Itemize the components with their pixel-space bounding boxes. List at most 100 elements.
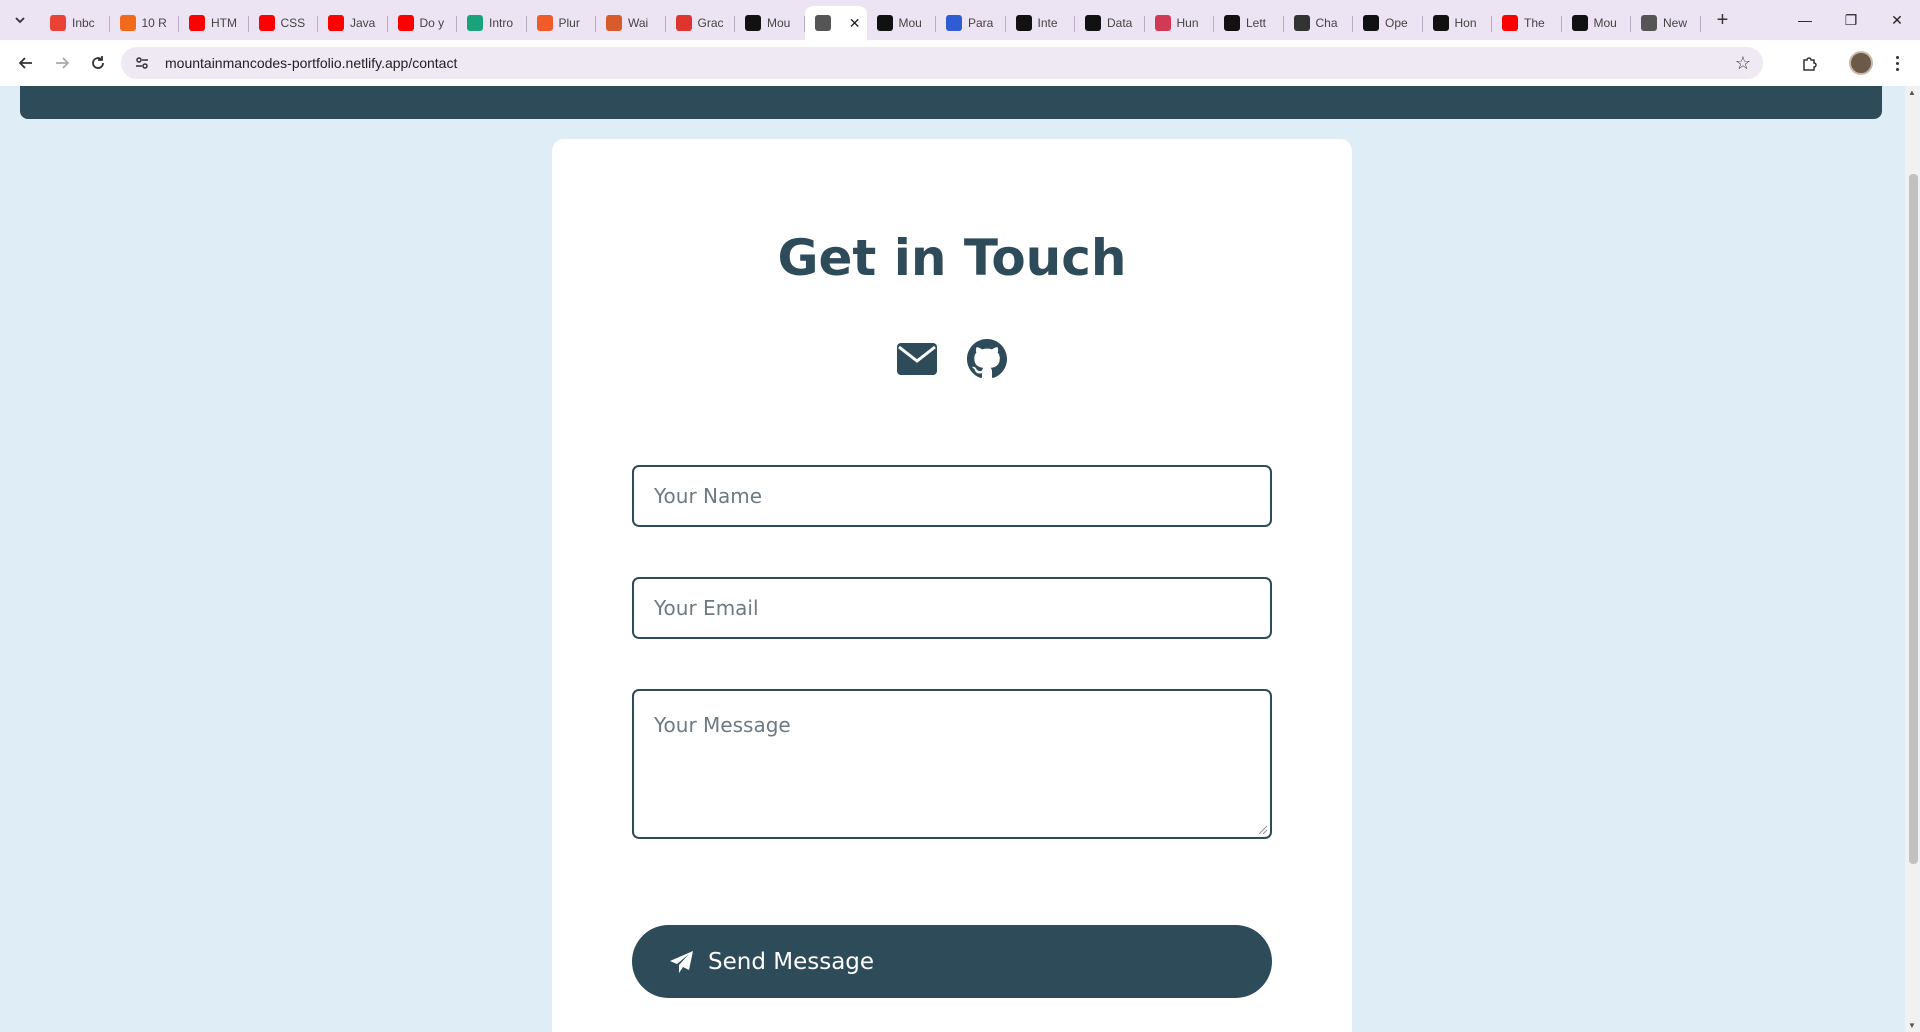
github-icon	[1571, 15, 1588, 31]
site-info-button[interactable]	[131, 52, 153, 74]
tab-label: 10 R	[141, 16, 167, 30]
close-tab-icon[interactable]: ✕	[849, 15, 861, 32]
amazon-icon	[1224, 15, 1240, 31]
email-link[interactable]	[896, 339, 938, 379]
tab-label: Plur	[558, 16, 580, 30]
tab-label: Cha	[1315, 16, 1338, 30]
email-field[interactable]: Your Email	[632, 577, 1272, 639]
bookmark-star-icon[interactable]: ☆	[1735, 53, 1751, 74]
tab-strip: Inbc 10 R HTM CSS Java Do y Intro Plur Wai Grac Mo…	[0, 0, 1920, 40]
tab-label: CSS	[280, 16, 306, 30]
browser-tab[interactable]: CSS	[249, 7, 319, 39]
browser-tab[interactable]: Do y	[388, 7, 458, 39]
tab-label: Mou	[767, 16, 791, 30]
send-button-label: Send Message	[708, 948, 875, 975]
tab-label: Inte	[1037, 16, 1058, 30]
browser-tab[interactable]: ✕	[804, 6, 867, 40]
youtube-icon	[258, 15, 275, 31]
email-placeholder: Your Email	[654, 596, 759, 620]
browser-tab[interactable]: Lett	[1214, 7, 1284, 39]
browser-tab[interactable]: HTM	[179, 7, 249, 39]
tab-label: Lett	[1246, 16, 1267, 30]
ring-icon	[675, 15, 692, 31]
tab-label: Intro	[489, 16, 514, 30]
address-bar[interactable]: mountainmancodes-portfolio.netlify.app/c…	[121, 47, 1763, 79]
minimize-button[interactable]: —	[1782, 0, 1828, 40]
youtube-icon	[1502, 15, 1518, 31]
browser-tab[interactable]: Grac	[666, 7, 736, 39]
browser-menu-button[interactable]	[1887, 48, 1907, 78]
tab-label: Wai	[628, 16, 649, 30]
forward-button[interactable]	[44, 45, 80, 81]
close-window-button[interactable]: ✕	[1874, 0, 1920, 40]
extensions-button[interactable]	[1795, 48, 1825, 78]
pluralsight-icon	[536, 15, 553, 31]
message-textarea[interactable]: Your Message	[632, 689, 1272, 839]
reload-button[interactable]	[80, 45, 116, 81]
browser-tab[interactable]: Plur	[527, 7, 597, 39]
url-text[interactable]: mountainmancodes-portfolio.netlify.app/c…	[165, 55, 457, 71]
scroll-thumb[interactable]	[1909, 174, 1918, 864]
browser-tab[interactable]: Cha	[1284, 7, 1354, 39]
if-icon	[1015, 15, 1032, 31]
new-tab-button[interactable]: +	[1707, 4, 1739, 36]
browser-tab[interactable]: Para	[936, 7, 1006, 39]
browser-tab[interactable]: Mou	[867, 7, 937, 39]
message-placeholder: Your Message	[654, 713, 791, 737]
send-message-button[interactable]: Send Message	[632, 925, 1272, 998]
tab-label: Hun	[1176, 16, 1199, 30]
textarea-resize-handle[interactable]	[1259, 826, 1267, 834]
page-title: Get in Touch	[777, 229, 1127, 287]
github-icon	[876, 15, 893, 31]
anthropic-icon	[1432, 15, 1449, 31]
browser-tab[interactable]: Hon	[1423, 7, 1493, 39]
page-viewport: Get in Touch Your Name Your Email Your M…	[0, 86, 1905, 1032]
browser-tab[interactable]: Java	[318, 7, 388, 39]
youtube-icon	[189, 15, 205, 31]
browser-tab[interactable]: Inbc	[40, 7, 110, 39]
envelope-icon	[897, 343, 937, 375]
browser-tab[interactable]: New	[1631, 7, 1701, 39]
tab-label: Ope	[1385, 16, 1408, 30]
function-icon	[1154, 15, 1171, 31]
browser-tab[interactable]: Data	[1075, 7, 1145, 39]
tab-label: Data	[1107, 16, 1133, 30]
youtube-icon	[397, 15, 414, 31]
parabola-icon	[946, 15, 962, 31]
browser-tab[interactable]: Intro	[457, 7, 527, 39]
tab-label: HTM	[211, 16, 237, 30]
tab-label: Java	[350, 16, 376, 30]
browser-tab[interactable]: The	[1492, 7, 1562, 39]
scroll-up-arrow-icon[interactable]: ▲	[1908, 88, 1916, 97]
browser-tab[interactable]: 10 R	[110, 7, 180, 39]
openai-icon	[1293, 15, 1310, 31]
restore-button[interactable]: ❐	[1828, 0, 1874, 40]
browser-tab[interactable]: Wai	[596, 7, 666, 39]
back-button[interactable]	[8, 45, 44, 81]
globe-icon	[814, 15, 831, 31]
tune-icon	[136, 57, 148, 69]
paper-plane-icon	[670, 950, 693, 973]
name-placeholder: Your Name	[654, 484, 763, 508]
tab-search-button[interactable]	[0, 0, 40, 40]
browser-tab[interactable]: Mou	[735, 7, 805, 39]
github-link[interactable]	[966, 339, 1008, 379]
page-scrollbar[interactable]: ▲ ▼	[1905, 86, 1920, 1032]
tab-label: New	[1663, 16, 1688, 30]
tab-label: Grac	[697, 16, 724, 30]
reload-icon	[92, 56, 104, 69]
browser-tab[interactable]: Ope	[1353, 7, 1423, 39]
puzzle-icon	[1803, 57, 1817, 71]
tab-label: Inbc	[72, 16, 95, 30]
youtube-icon	[328, 15, 344, 31]
browser-tab[interactable]: Mou	[1562, 7, 1632, 39]
name-field[interactable]: Your Name	[632, 465, 1272, 527]
tab-list: Inbc 10 R HTM CSS Java Do y Intro Plur Wai Grac Mo…	[40, 0, 1701, 40]
scroll-down-arrow-icon[interactable]: ▼	[1908, 1021, 1916, 1030]
browser-tab[interactable]: Hun	[1145, 7, 1215, 39]
profile-avatar[interactable]	[1849, 51, 1873, 75]
shield-icon	[467, 15, 483, 31]
chevron-down-icon	[15, 17, 25, 24]
social-links	[552, 339, 1352, 379]
browser-tab[interactable]: Inte	[1006, 7, 1076, 39]
